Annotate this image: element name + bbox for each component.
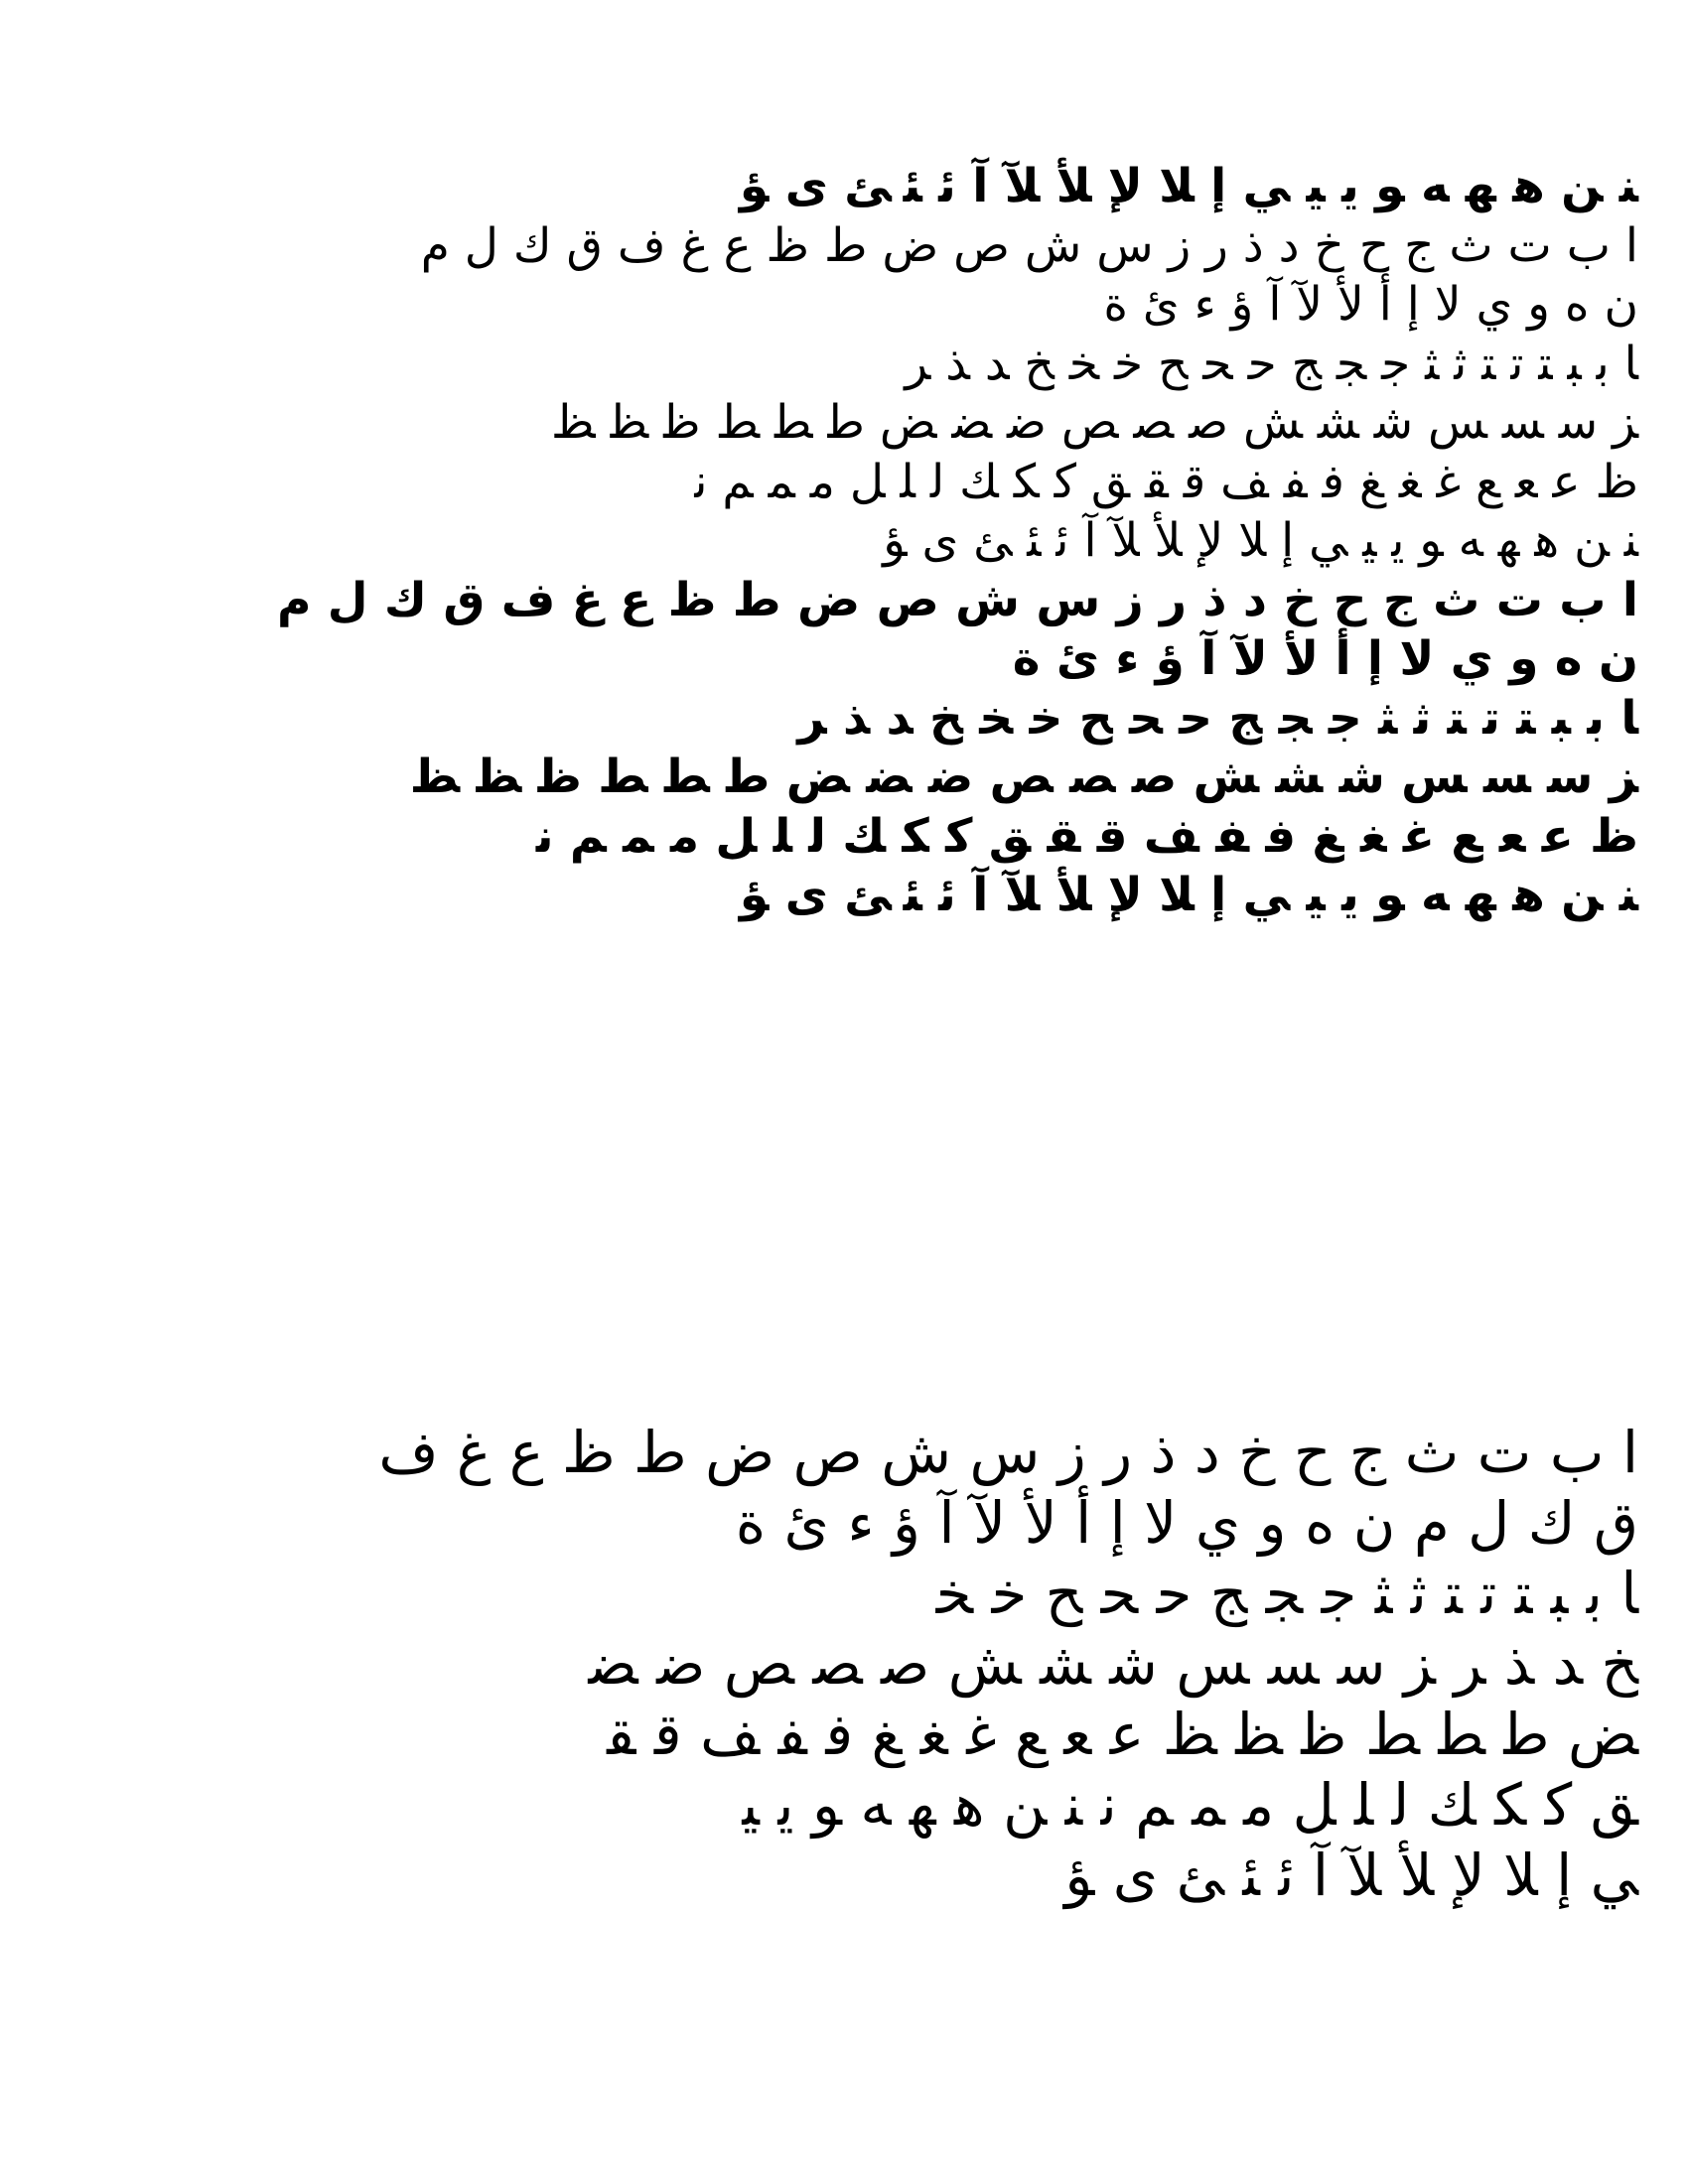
glyph-line-regular-2: ن ه و ي ﻻ إ أ ﻷ ﻵ آ ؤ ء ئ ة	[1103, 277, 1638, 332]
glyph-line-bold-6: ﻅ ﻋ ﻌ ﻊ ﻏ ﻐ ﻎ ﻓ ﻔ ﻒ ﻗ ﻘ ﻖ ﻛ ﻜ ﻚ ﻟ ﻠ ﻞ ﻣ …	[535, 808, 1638, 864]
glyph-line-bold-3: ن ه و ي ﻻ إ أ ﻷ ﻵ آ ؤ ء ئ ة	[1012, 631, 1638, 686]
glyph-sample-block-bottom: ا ب ت ث ج ح خ د ذ ر ز س ش ص ض ط ظ ع غ ف …	[30, 1418, 1638, 1911]
glyph-line-regular-6: ﻨ ﻦ ﻫ ﻬ ﻪ ﻮ ﻳ ﻴ ﻲ ﺇ ﻼ ﻹ ﻸ ﻶ ﺁ ﺋ ﺌ ﺊ ﻯ ﺆ	[883, 513, 1638, 568]
glyph-line-regular-5: ﻅ ﻋ ﻌ ﻊ ﻏ ﻐ ﻎ ﻓ ﻔ ﻒ ﻗ ﻘ ﻖ ﻛ ﻜ ﻚ ﻟ ﻠ ﻞ ﻣ …	[694, 454, 1638, 509]
glyph-line-regular-3: ﺎ ﺑ ﺒ ﺘ ﺗ ﺘ ﺛ ﺜ ﺟ ﺠ ﺞ ﺣ ﺤ ﺢ ﺧ ﺨ ﺦ ﺪ ﺬ ﺮ	[905, 336, 1638, 391]
glyph-line-bold-1: ﻨ ﻦ ﻫ ﻬ ﻪ ﻮ ﻳ ﻴ ﻲ ﺇ ﻼ ﻹ ﻸ ﻶ ﺁ ﺋ ﺌ ﺊ ﻯ ﺆ	[739, 159, 1638, 213]
glyph-line-large-7: ﻲ ﺇ ﻼ ﻹ ﻸ ﻶ ﺁ ﺋ ﺌ ﺊ ﻯ ﺆ	[1064, 1842, 1638, 1909]
glyph-line-large-5: ﺾ ﻃ ﻄ ﻂ ﻇ ﻈ ﻆ ﻋ ﻌ ﻊ ﻏ ﻐ ﻎ ﻓ ﻔ ﻒ ﻗ ﻘ	[607, 1701, 1638, 1768]
glyph-line-bold-7: ﻨ ﻦ ﻫ ﻬ ﻪ ﻮ ﻳ ﻴ ﻲ ﺇ ﻼ ﻹ ﻸ ﻶ ﺁ ﺋ ﺌ ﺊ ﻯ ﺆ	[739, 868, 1638, 922]
glyph-line-bold-4: ﺎ ﺑ ﺒ ﺘ ﺗ ﺘ ﺛ ﺜ ﺟ ﺠ ﺞ ﺣ ﺤ ﺢ ﺧ ﺨ ﺦ ﺪ ﺬ ﺮ	[797, 690, 1638, 746]
glyph-line-large-2: ق ك ل م ن ه و ي ﻻ إ أ ﻷ ﻵ آ ؤ ء ئ ة	[735, 1489, 1638, 1557]
glyph-line-bold-2: ا ب ت ث ج ح خ د ذ ر ز س ش ص ض ط ظ ع غ ف …	[276, 572, 1638, 627]
glyph-line-regular-1: ا ب ت ث ج ح خ د ذ ر ز س ش ص ض ط ظ ع غ ف …	[420, 217, 1638, 273]
glyph-line-large-3: ﺎ ﺑ ﺒ ﺘ ﺗ ﺘ ﺛ ﺜ ﺟ ﺠ ﺞ ﺣ ﺤ ﺢ ﺧ ﺨ	[935, 1560, 1638, 1627]
document-page: ﻨ ﻦ ﻫ ﻬ ﻪ ﻮ ﻳ ﻴ ﻲ ﺇ ﻼ ﻹ ﻸ ﻶ ﺁ ﺋ ﺌ ﺊ ﻯ ﺆ …	[0, 0, 1688, 2184]
glyph-line-large-6: ﻖ ﻛ ﻜ ﻚ ﻟ ﻠ ﻞ ﻣ ﻤ ﻢ ﻧ ﻨ ﻦ ﻫ ﻬ ﻪ ﻮ ﻳ ﻴ	[742, 1771, 1638, 1839]
glyph-line-large-4: ﺦ ﺪ ﺬ ﺮ ﺰ ﺳ ﺴ ﺲ ﺷ ﺸ ﺶ ﺻ ﺼ ﺺ ﺿ ﻀ	[588, 1630, 1638, 1698]
glyph-line-regular-4: ﺰ ﺳ ﺴ ﺲ ﺷ ﺸ ﺶ ﺻ ﺼ ﺺ ﺿ ﻀ ﺾ ﻃ ﻄ ﻂ ﻇ ﻈ ﻆ	[551, 395, 1638, 450]
glyph-line-bold-5: ﺰ ﺳ ﺴ ﺲ ﺷ ﺸ ﺶ ﺻ ﺼ ﺺ ﺿ ﻀ ﺾ ﻃ ﻄ ﻂ ﻇ ﻈ ﻆ	[409, 750, 1638, 804]
glyph-sample-block-top: ﻨ ﻦ ﻫ ﻬ ﻪ ﻮ ﻳ ﻴ ﻲ ﺇ ﻼ ﻹ ﻸ ﻶ ﺁ ﺋ ﺌ ﺊ ﻯ ﺆ …	[30, 157, 1638, 925]
glyph-line-large-1: ا ب ت ث ج ح خ د ذ ر ز س ش ص ض ط ظ ع غ ف	[378, 1419, 1638, 1486]
